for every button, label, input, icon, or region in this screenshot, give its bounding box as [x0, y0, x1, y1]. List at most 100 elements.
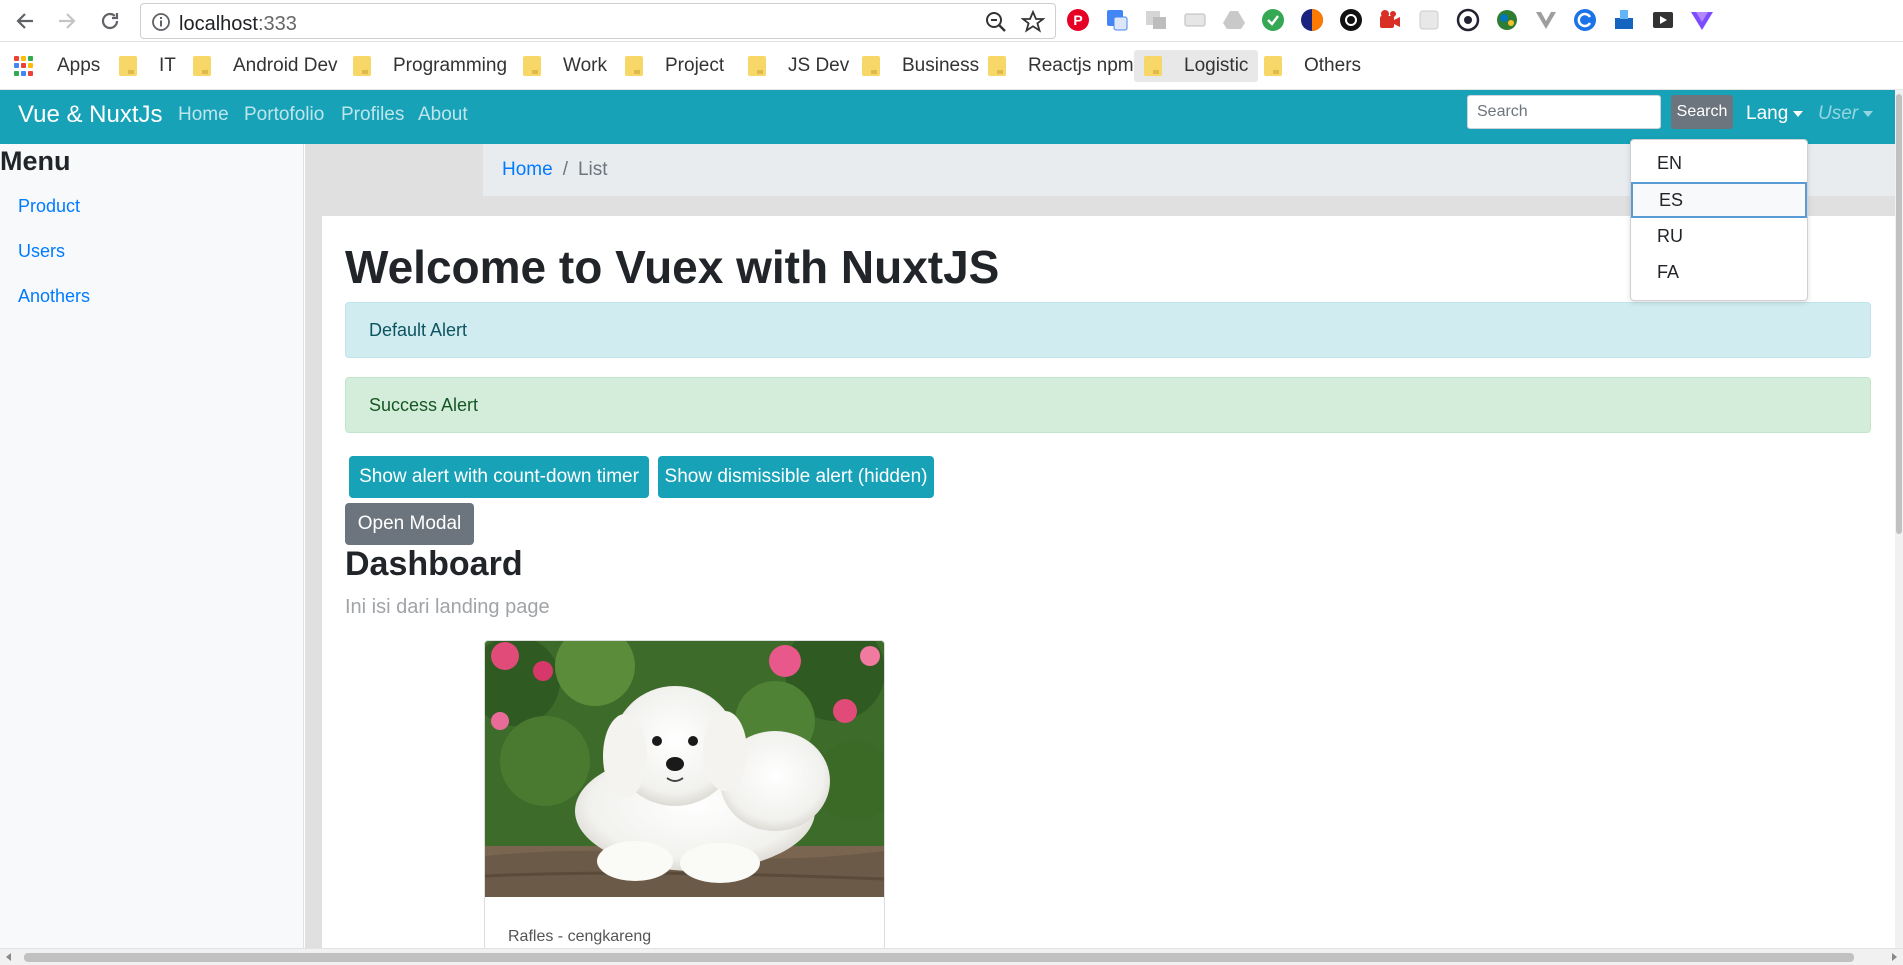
vue-icon[interactable] [1689, 7, 1715, 33]
countdown-alert-button[interactable]: Show alert with count-down timer [349, 456, 649, 498]
folder-icon [1264, 56, 1282, 76]
nav-link-profiles[interactable]: Profiles [341, 104, 404, 126]
bookmark-folder-programming[interactable]: Programming [343, 50, 517, 82]
sidebar-item-anothers[interactable]: Anothers [18, 286, 90, 307]
reload-icon[interactable] [95, 6, 125, 36]
link-icon[interactable] [1338, 7, 1364, 33]
dashboard-lead: Ini isi dari landing page [345, 596, 550, 618]
bookmark-label: Business [902, 55, 980, 76]
card-caption: Rafles - cengkareng [508, 928, 652, 945]
lang-option-ru[interactable]: RU [1631, 218, 1807, 254]
dashboard-title: Dashboard [345, 545, 523, 583]
bookmark-label: Others [1304, 55, 1362, 76]
dog-card[interactable]: Rafles - cengkareng [484, 640, 885, 950]
bookmark-label: Work [563, 55, 607, 76]
search-input[interactable] [1467, 95, 1661, 129]
bookmark-star-icon[interactable] [1020, 9, 1046, 39]
sync-icon[interactable] [1299, 7, 1325, 33]
nav-link-about[interactable]: About [418, 104, 468, 126]
vue-devtools-icon[interactable] [1533, 7, 1559, 33]
folder-icon [748, 56, 766, 76]
lang-option-fa[interactable]: FA [1631, 254, 1807, 290]
url-text[interactable]: localhost:333 [179, 13, 297, 36]
upload-icon[interactable] [1611, 7, 1637, 33]
sidebar-item-users[interactable]: Users [18, 241, 65, 262]
bookmark-label: Project [665, 55, 725, 76]
breadcrumb-home[interactable]: Home [502, 159, 553, 181]
info-icon[interactable] [151, 12, 171, 37]
default-alert: Default Alert [345, 302, 1871, 358]
folder-icon [988, 56, 1006, 76]
google-translate-icon[interactable] [1104, 7, 1130, 33]
screenshot-icon[interactable] [1182, 7, 1208, 33]
zoom-icon[interactable] [985, 11, 1007, 38]
bookmark-folder-js-dev[interactable]: JS Dev [738, 50, 859, 82]
apps-grid-icon [14, 56, 34, 76]
navbar-brand[interactable]: Vue & NuxtJs [18, 101, 163, 129]
back-icon[interactable] [10, 6, 40, 36]
globe-icon[interactable] [1494, 7, 1520, 33]
vertical-scrollbar[interactable] [1895, 90, 1903, 948]
bookmark-folder-business[interactable]: Business [852, 50, 989, 82]
sidebar-item-product[interactable]: Product [18, 196, 80, 217]
puzzle-icon[interactable] [1416, 7, 1442, 33]
folder-icon [1144, 56, 1162, 76]
bookmark-folder-logistic[interactable]: Logistic [1134, 50, 1259, 82]
folder-icon [119, 56, 137, 76]
bookmark-folder-reactjs-npm[interactable]: Reactjs npm [978, 50, 1144, 82]
lang-option-es[interactable]: ES [1631, 182, 1807, 218]
horizontal-scrollbar-thumb[interactable] [24, 953, 1854, 962]
bookmark-label: Apps [57, 55, 101, 76]
lang-dropdown-toggle[interactable]: Lang [1746, 103, 1804, 125]
search-button[interactable]: Search [1671, 95, 1733, 129]
forward-icon[interactable] [52, 6, 82, 36]
folder-icon [523, 56, 541, 76]
dog-photo [485, 641, 884, 897]
refresh-extension-icon[interactable] [1572, 7, 1598, 33]
user-dropdown-toggle[interactable]: User [1818, 103, 1874, 125]
user-dropdown-label: User [1818, 103, 1859, 124]
bookmark-folder-others[interactable]: Others [1254, 50, 1371, 82]
open-modal-button[interactable]: Open Modal [345, 503, 474, 545]
bookmark-folder-it[interactable]: IT [109, 50, 186, 82]
bookmark-label: IT [159, 55, 176, 76]
nav-link-home[interactable]: Home [178, 104, 229, 126]
breadcrumb-current: List [577, 159, 608, 180]
bookmark-label: Programming [393, 55, 508, 76]
lang-dropdown-menu: EN ES RU FA [1630, 139, 1808, 301]
caret-down-icon [1863, 111, 1874, 117]
scroll-right-icon[interactable] [1892, 953, 1897, 961]
svg-text:P: P [1073, 12, 1082, 28]
breadcrumb-separator: / [562, 159, 568, 180]
bookmark-label: Logistic [1184, 55, 1249, 76]
drive-icon[interactable] [1221, 7, 1247, 33]
bookmarks-bar: Apps IT Android Dev Programming Work Pro… [0, 42, 1903, 90]
nav-link-portofolio[interactable]: Portofolio [244, 104, 324, 126]
folder-icon [862, 56, 880, 76]
sidebar: Menu Product Users Anothers [0, 144, 304, 948]
url-port: :333 [257, 13, 297, 35]
lang-option-en[interactable]: EN [1631, 145, 1807, 181]
pinterest-icon[interactable]: P [1065, 7, 1091, 33]
folder-icon [625, 56, 643, 76]
vpn-icon[interactable] [1260, 7, 1286, 33]
camera-icon[interactable] [1455, 7, 1481, 33]
page-title: Welcome to Vuex with NuxtJS [345, 241, 1000, 293]
bookmark-label: JS Dev [788, 55, 850, 76]
address-bar[interactable]: localhost:333 [140, 3, 1056, 39]
sidebar-title: Menu [0, 146, 71, 176]
horizontal-scrollbar[interactable] [0, 948, 1903, 965]
video-icon[interactable] [1377, 7, 1403, 33]
image-translate-icon[interactable] [1143, 7, 1169, 33]
app-navbar: Vue & NuxtJs Home Portofolio Profiles Ab… [0, 90, 1895, 144]
bookmark-apps[interactable]: Apps [4, 50, 110, 82]
media-icon[interactable] [1650, 7, 1676, 33]
dismissible-alert-button[interactable]: Show dismissible alert (hidden) [658, 456, 934, 498]
bookmark-folder-project[interactable]: Project [615, 50, 734, 82]
vertical-scrollbar-thumb[interactable] [1896, 94, 1902, 534]
scroll-left-icon[interactable] [6, 953, 11, 961]
bookmark-folder-android-dev[interactable]: Android Dev [183, 50, 348, 82]
bookmark-label: Reactjs npm [1028, 55, 1134, 76]
bookmark-folder-work[interactable]: Work [513, 50, 617, 82]
success-alert: Success Alert [345, 377, 1871, 433]
